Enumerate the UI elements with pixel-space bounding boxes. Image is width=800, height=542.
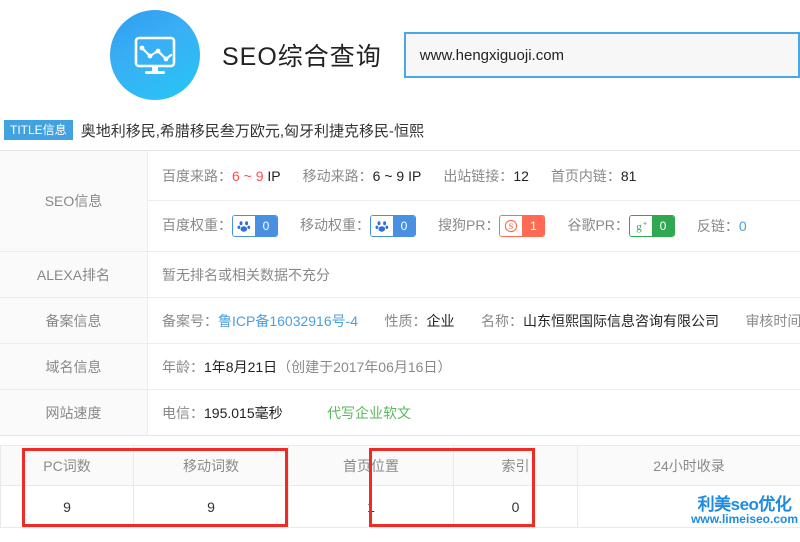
cell-mobile-words: 9 [133, 485, 289, 528]
title-info-badge: TITLE信息 [4, 119, 73, 141]
info-row-domain: 域名信息 年龄：1年8月21日（创建于2017年06月16日） [0, 344, 800, 390]
seo-detail-stack: 百度来路：6 ~ 9 IP 移动来路：6 ~ 9 IP 出站链接：12 首页内链… [148, 151, 800, 251]
sogou-pr-value: 1 [522, 216, 545, 237]
mobile-weight-value: 0 [393, 216, 415, 237]
row-label-seo: SEO信息 [0, 151, 148, 251]
icp-value: 备案号：鲁ICP备16032916号-4 性质：企业 名称：山东恒熙国际信息咨询… [148, 298, 800, 343]
icp-name: 名称：山东恒熙国际信息咨询有限公司 [480, 312, 719, 329]
google-pr: 谷歌PR： g +0 [567, 215, 675, 238]
backlink-count: 反链：0 [696, 218, 747, 234]
alexa-value: 暂无排名或相关数据不充分 [148, 252, 800, 297]
sogou-pr-badge[interactable]: S1 [499, 215, 546, 238]
col-index: 索引 [453, 445, 578, 486]
homepage-inlinks: 首页内链：81 [550, 167, 637, 184]
svg-text:+: + [643, 221, 647, 228]
google-pr-value: 0 [651, 216, 674, 237]
google-plus-icon: g + [629, 216, 652, 237]
table-header-row: PC词数 移动词数 首页位置 索引 24小时收录 [0, 445, 800, 486]
soft-article-link[interactable]: 代写企业软文 [327, 405, 411, 421]
mobile-weight: 移动权重： 0 [300, 215, 416, 238]
svg-text:S: S [509, 222, 514, 231]
seo-traffic-line: 百度来路：6 ~ 9 IP 移动来路：6 ~ 9 IP 出站链接：12 首页内链… [148, 151, 800, 201]
baidu-mobile-paw-icon [371, 216, 393, 237]
col-pc-words: PC词数 [0, 445, 134, 486]
cell-homepage-position: 1 [288, 485, 454, 528]
col-homepage-position: 首页位置 [288, 445, 454, 486]
table-row: 9 9 1 0 [0, 485, 800, 528]
baidu-paw-icon [233, 216, 255, 237]
monitor-chart-icon [110, 10, 200, 100]
icp-audit-time-label: 审核时间 [745, 312, 800, 329]
icp-number-link[interactable]: 鲁ICP备16032916号-4 [218, 313, 358, 329]
info-row-alexa: ALEXA排名 暂无排名或相关数据不充分 [0, 252, 800, 298]
keyword-summary-section: PC词数 移动词数 首页位置 索引 24小时收录 9 9 1 0 利美seo优化… [0, 445, 800, 528]
baidu-source: 百度来路：6 ~ 9 IP [162, 167, 281, 184]
domain-age: 年龄：1年8月21日（创建于2017年06月16日） [162, 358, 452, 375]
google-pr-badge[interactable]: g +0 [628, 215, 675, 238]
icp-nature: 性质：企业 [384, 312, 455, 329]
baidu-weight-value: 0 [255, 216, 277, 237]
svg-text:g: g [636, 221, 642, 233]
watermark: 利美seo优化 www.limeiseo.com [691, 494, 798, 527]
mobile-source: 移动来路：6 ~ 9 IP [302, 167, 422, 184]
cell-pc-words: 9 [0, 485, 134, 528]
row-label-speed: 网站速度 [0, 390, 148, 435]
info-row-speed: 网站速度 电信：195.015毫秒 代写企业软文 [0, 390, 800, 435]
seo-weight-line: 百度权重： 0 移动权重： 0 搜狗PR： S 1 谷歌PR： g +0 反链：0 [148, 201, 800, 251]
cell-index: 0 [453, 485, 578, 528]
watermark-line1: 利美seo优化 [697, 494, 792, 514]
page-title: SEO综合查询 [222, 43, 382, 71]
col-mobile-words: 移动词数 [133, 445, 289, 486]
outbound-links: 出站链接：12 [443, 167, 529, 184]
icp-number: 备案号：鲁ICP备16032916号-4 [162, 312, 359, 329]
info-row-seo: SEO信息 百度来路：6 ~ 9 IP 移动来路：6 ~ 9 IP 出站链接：1… [0, 151, 800, 252]
alexa-rank-text: 暂无排名或相关数据不充分 [162, 266, 330, 283]
info-table: SEO信息 百度来路：6 ~ 9 IP 移动来路：6 ~ 9 IP 出站链接：1… [0, 150, 800, 436]
title-info-bar: TITLE信息 奥地利移民,希腊移民叁万欧元,匈牙利捷克移民-恒熙 [0, 110, 800, 150]
row-label-alexa: ALEXA排名 [0, 252, 148, 297]
sogou-pr: 搜狗PR： S 1 [438, 215, 546, 238]
baidu-weight: 百度权重： 0 [162, 215, 278, 238]
title-info-text: 奥地利移民,希腊移民叁万欧元,匈牙利捷克移民-恒熙 [80, 122, 425, 140]
speed-value: 电信：195.015毫秒 代写企业软文 [148, 390, 800, 435]
row-label-domain: 域名信息 [0, 344, 148, 389]
mobile-weight-badge[interactable]: 0 [370, 215, 416, 238]
speed-telecom: 电信：195.015毫秒 [162, 404, 283, 421]
keyword-summary-table: PC词数 移动词数 首页位置 索引 24小时收录 9 9 1 0 [0, 445, 800, 528]
search-input[interactable]: www.hengxiguoji.com [403, 32, 800, 78]
col-24h-included: 24小时收录 [577, 445, 800, 486]
domain-value: 年龄：1年8月21日（创建于2017年06月16日） [148, 344, 800, 389]
page-header: SEO综合查询 www.hengxiguoji.com [0, 0, 800, 110]
row-label-icp: 备案信息 [0, 298, 148, 343]
baidu-weight-badge[interactable]: 0 [232, 215, 278, 238]
info-row-icp: 备案信息 备案号：鲁ICP备16032916号-4 性质：企业 名称：山东恒熙国… [0, 298, 800, 344]
sogou-s-icon: S [500, 216, 523, 237]
watermark-line2: www.limeiseo.com [691, 512, 798, 527]
